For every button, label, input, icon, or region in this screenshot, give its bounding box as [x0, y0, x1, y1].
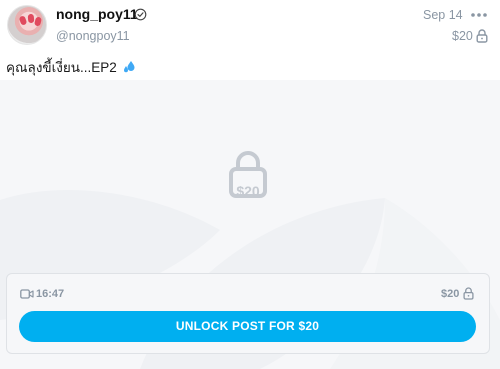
post-date[interactable]: Sep 14	[423, 8, 463, 22]
post-price: $20	[452, 29, 473, 43]
lock-icon	[463, 287, 474, 300]
post-caption: คุณลุงขี้เงี่ยน...EP2	[6, 56, 136, 78]
caption-text: คุณลุงขี้เงี่ยน...EP2	[6, 60, 117, 75]
avatar[interactable]	[7, 5, 47, 45]
unlock-post-button[interactable]: UNLOCK POST FOR $20	[19, 311, 476, 342]
avatar-detail	[27, 13, 35, 24]
video-duration: 16:47	[36, 288, 65, 300]
sweat-droplets-icon	[123, 61, 135, 73]
user-handle[interactable]: @nongpoy11	[56, 29, 130, 43]
verified-check-icon	[134, 8, 147, 21]
lock-icon	[476, 29, 488, 43]
lock-price: $20	[236, 183, 260, 199]
username[interactable]: nong_poy11	[56, 6, 138, 22]
more-options-icon[interactable]	[469, 7, 489, 23]
media-price: $20	[441, 288, 460, 300]
avatar-detail	[33, 16, 43, 27]
avatar-detail	[18, 15, 28, 26]
post-header: nong_poy11 @nongpoy11 Sep 14 $20	[0, 0, 500, 56]
video-icon	[20, 289, 34, 299]
locked-media-info: 16:47 $20 UNLOCK POST FOR $20	[6, 273, 490, 354]
